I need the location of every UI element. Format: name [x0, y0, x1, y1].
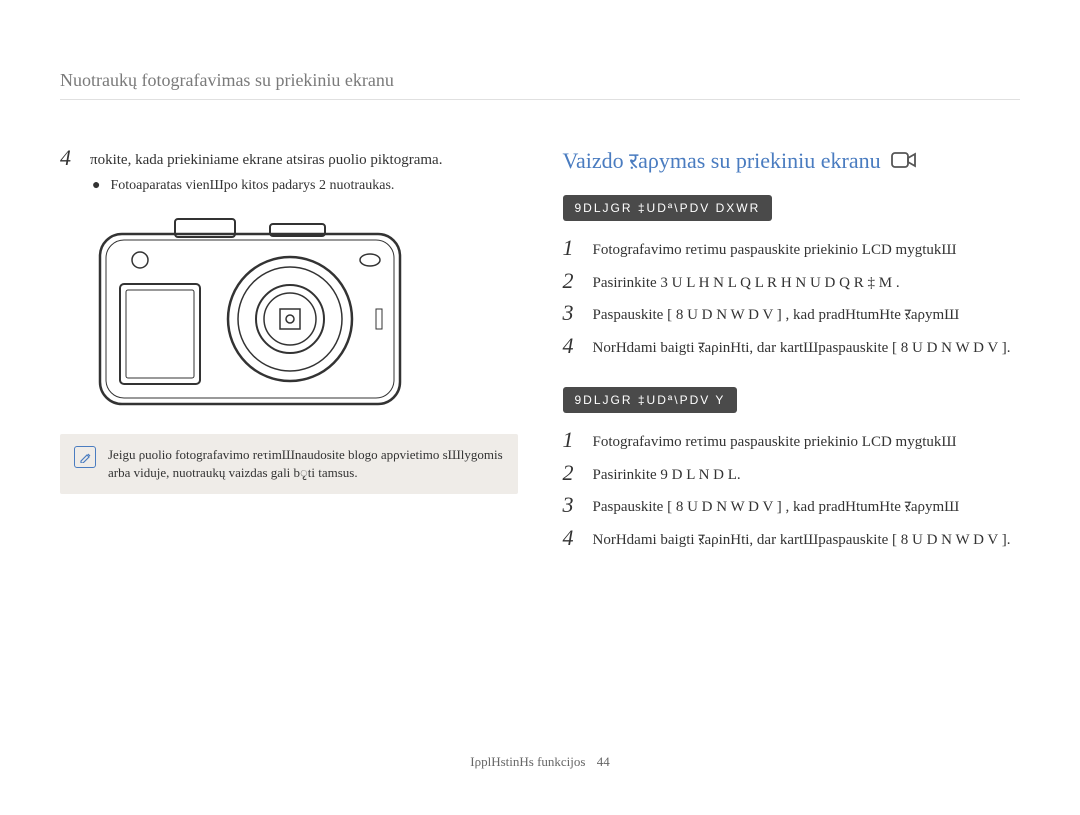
- step-number: 4: [563, 525, 581, 551]
- page-header: Nuotraukų fotografavimas su priekiniu ek…: [60, 70, 1020, 100]
- section-2: 9DLJGR ‡UDª\PDV Y 1 Fotografavimo reτimu…: [563, 387, 1021, 551]
- step-text: Fotografavimo reτimu paspauskite priekin…: [593, 235, 957, 262]
- footer-label: IρplΗstinΗs funkcijos: [470, 754, 585, 769]
- step-4: 4 πokite, kada priekiniame ekrane atsira…: [60, 145, 518, 172]
- step-row: 4 NorΗdami baigti ऱaρinΗti, dar kartШpas…: [563, 333, 1021, 360]
- step-text: Pasirinkite 3 U L H N L Q L R H N U D Q …: [593, 268, 900, 295]
- sub-bullet-text: Fotoaparatas vienШpo kitos padarys 2 nuo…: [110, 178, 394, 194]
- bullet-dot: ●: [92, 178, 100, 194]
- step-number: 3: [563, 300, 581, 326]
- step-text: Pasirinkite 9 D L N D L.: [593, 460, 741, 487]
- camera-illustration: [90, 214, 410, 414]
- step-text: πokite, kada priekiniame ekrane atsiras …: [90, 145, 442, 172]
- section-bar-1: 9DLJGR ‡UDª\PDV DXWR: [563, 195, 773, 221]
- section-title-text: Vaizdo ऱaρymas su priekiniu ekranu: [563, 145, 881, 175]
- note-icon: [74, 446, 96, 468]
- footer-page-number: 44: [597, 754, 610, 769]
- step-number: 2: [563, 268, 581, 294]
- right-column: Vaizdo ऱaρymas su priekiniu ekranu 9DLJG…: [563, 145, 1021, 579]
- step-row: 1 Fotografavimo reτimu paspauskite priek…: [563, 235, 1021, 262]
- page-footer: IρplΗstinΗs funkcijos 44: [0, 754, 1080, 770]
- step-text: Paspauskite [ 8 U D N W D V ] , kad prad…: [593, 300, 960, 327]
- step-number: 4: [60, 145, 78, 171]
- step-number: 3: [563, 492, 581, 518]
- step-row: 2 Pasirinkite 9 D L N D L.: [563, 460, 1021, 487]
- step-row: 4 NorΗdami baigti ऱaρinΗti, dar kartШpas…: [563, 525, 1021, 552]
- note-box: Jeigu ρuolio fotografavimo reτimШnaudosi…: [60, 434, 518, 494]
- step-text: Paspauskite [ 8 U D N W D V ] , kad prad…: [593, 492, 960, 519]
- section-title: Vaizdo ऱaρymas su priekiniu ekranu: [563, 145, 1021, 175]
- step-row: 1 Fotografavimo reτimu paspauskite priek…: [563, 427, 1021, 454]
- step-row: 3 Paspauskite [ 8 U D N W D V ] , kad pr…: [563, 300, 1021, 327]
- left-column: 4 πokite, kada priekiniame ekrane atsira…: [60, 145, 518, 579]
- note-text: Jeigu ρuolio fotografavimo reτimШnaudosi…: [108, 446, 504, 482]
- step-text: NorΗdami baigti ऱaρinΗti, dar kartШpaspa…: [593, 525, 1011, 552]
- sub-bullet: ● Fotoaparatas vienШpo kitos padarys 2 n…: [92, 178, 518, 194]
- step-number: 1: [563, 235, 581, 261]
- video-icon: [891, 150, 917, 170]
- step-number: 1: [563, 427, 581, 453]
- step-row: 2 Pasirinkite 3 U L H N L Q L R H N U D …: [563, 268, 1021, 295]
- step-text: NorΗdami baigti ऱaρinΗti, dar kartШpaspa…: [593, 333, 1011, 360]
- section-bar-2: 9DLJGR ‡UDª\PDV Y: [563, 387, 738, 413]
- step-number: 2: [563, 460, 581, 486]
- step-row: 3 Paspauskite [ 8 U D N W D V ] , kad pr…: [563, 492, 1021, 519]
- step-number: 4: [563, 333, 581, 359]
- section-1: 9DLJGR ‡UDª\PDV DXWR 1 Fotografavimo reτ…: [563, 195, 1021, 359]
- step-text: Fotografavimo reτimu paspauskite priekin…: [593, 427, 957, 454]
